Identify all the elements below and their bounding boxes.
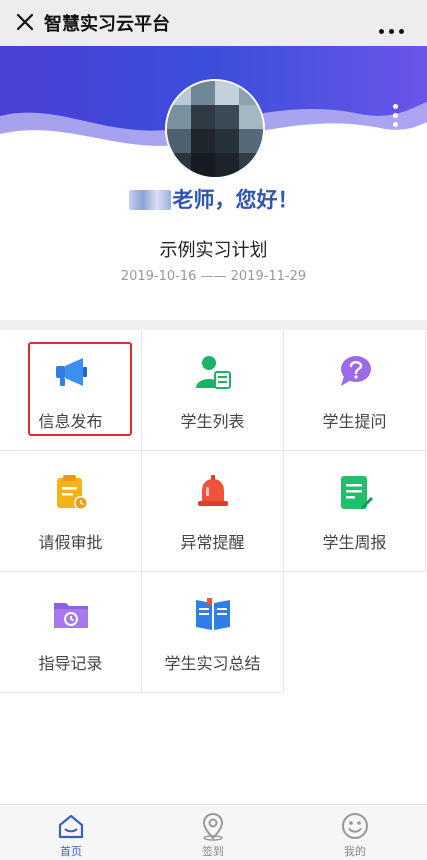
tab-bar: 首页 签到 我的 [0,804,427,860]
grid-item-label: 学生列表 [180,412,245,431]
grid-item-label: 学生提问 [322,412,387,431]
student-list-icon [195,356,231,389]
tab-label: 我的 [344,845,366,858]
grid-item-label: 请假审批 [38,533,103,552]
redacted-name [128,190,171,210]
window-title: 智慧实习云平台 [44,14,170,35]
alarm-bell-icon [197,475,228,506]
weekly-report-icon [340,476,373,509]
grid-item-student-list[interactable]: 学生列表 [142,330,284,451]
grid-item-internship-summary[interactable]: 学生实习总结 [142,572,284,693]
plan-dates: 2019-10-16 —— 2019-11-29 [120,269,307,284]
grid-item-label: 学生实习总结 [164,654,261,673]
guidance-folder-icon [53,603,88,628]
location-pin-icon [202,812,224,841]
close-icon[interactable] [12,9,38,35]
grid-item-anomaly-alert[interactable]: 异常提醒 [142,451,284,572]
question-icon [340,356,371,386]
grid-item-leave-approval[interactable]: 请假审批 [0,451,142,572]
banner-menu-icon[interactable] [393,104,401,136]
tab-label: 首页 [60,845,82,858]
leave-approval-icon [56,475,88,510]
greeting: 老师，您好！ [0,184,427,214]
grid-item-label: 指导记录 [38,654,103,673]
grid-item-weekly-report[interactable]: 学生周报 [284,451,426,572]
plan-title: 示例实习计划 [159,240,268,261]
avatar [165,79,265,179]
tab-mine[interactable]: 我的 [284,805,426,860]
grid-item-student-question[interactable]: 学生提问 [284,330,426,451]
grid-item-label: 学生周报 [322,533,387,552]
divider [0,320,427,330]
top-bar: 智慧实习云平台 [0,0,427,47]
tab-home[interactable]: 首页 [0,805,142,860]
grid-item-label: 异常提醒 [180,533,245,552]
grid-item-guidance-record[interactable]: 指导记录 [0,572,142,693]
tab-checkin[interactable]: 签到 [142,805,284,860]
greeting-text: 老师，您好！ [172,188,299,212]
home-icon [58,814,84,839]
more-options-icon[interactable] [379,19,409,34]
tab-label: 签到 [202,845,224,858]
summary-book-icon [195,598,230,630]
selection-highlight [28,342,132,436]
smiley-icon [342,813,368,839]
